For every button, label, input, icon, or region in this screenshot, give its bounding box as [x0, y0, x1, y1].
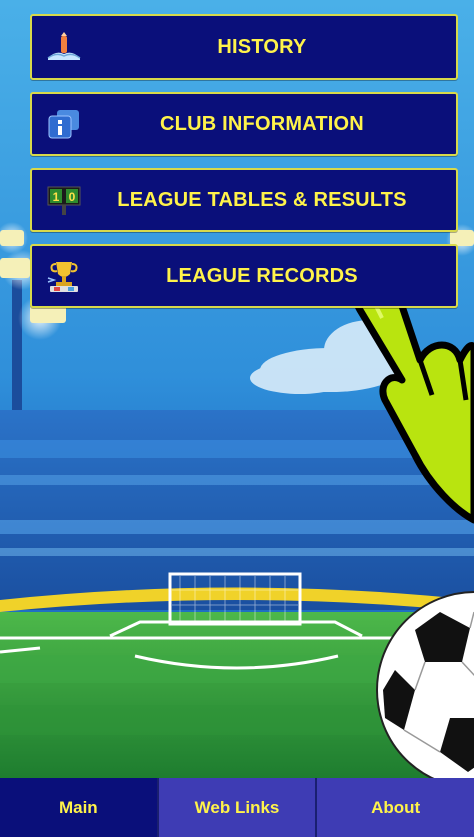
trophy-icon [46, 258, 82, 294]
tab-about-label: About [371, 797, 421, 817]
club-information-button[interactable]: CLUB INFORMATION [30, 92, 458, 156]
tab-web-links-label: Web Links [194, 797, 280, 817]
league-tables-results-button[interactable]: 1 0 LEAGUE TABLES & RESULTS [30, 168, 458, 232]
history-button-label: HISTORY [217, 35, 307, 58]
tab-main[interactable]: Main [0, 778, 159, 837]
league-tables-results-label: LEAGUE TABLES & RESULTS [117, 188, 407, 211]
scoreboard-away-digit: 0 [69, 190, 76, 204]
tab-about[interactable]: About [317, 778, 474, 837]
tab-main-label: Main [58, 797, 98, 817]
scoreboard-icon: 1 0 [46, 182, 82, 218]
tab-web-links[interactable]: Web Links [158, 778, 318, 837]
history-button[interactable]: HISTORY [30, 14, 458, 80]
club-information-label: CLUB INFORMATION [160, 112, 364, 135]
info-icon [46, 106, 82, 142]
history-book-icon [46, 29, 82, 65]
scoreboard-home-digit: 1 [53, 190, 60, 204]
bottom-nav: Main Web Links About [0, 778, 474, 837]
league-records-button[interactable]: LEAGUE RECORDS [30, 244, 458, 308]
league-records-label: LEAGUE RECORDS [166, 264, 358, 287]
